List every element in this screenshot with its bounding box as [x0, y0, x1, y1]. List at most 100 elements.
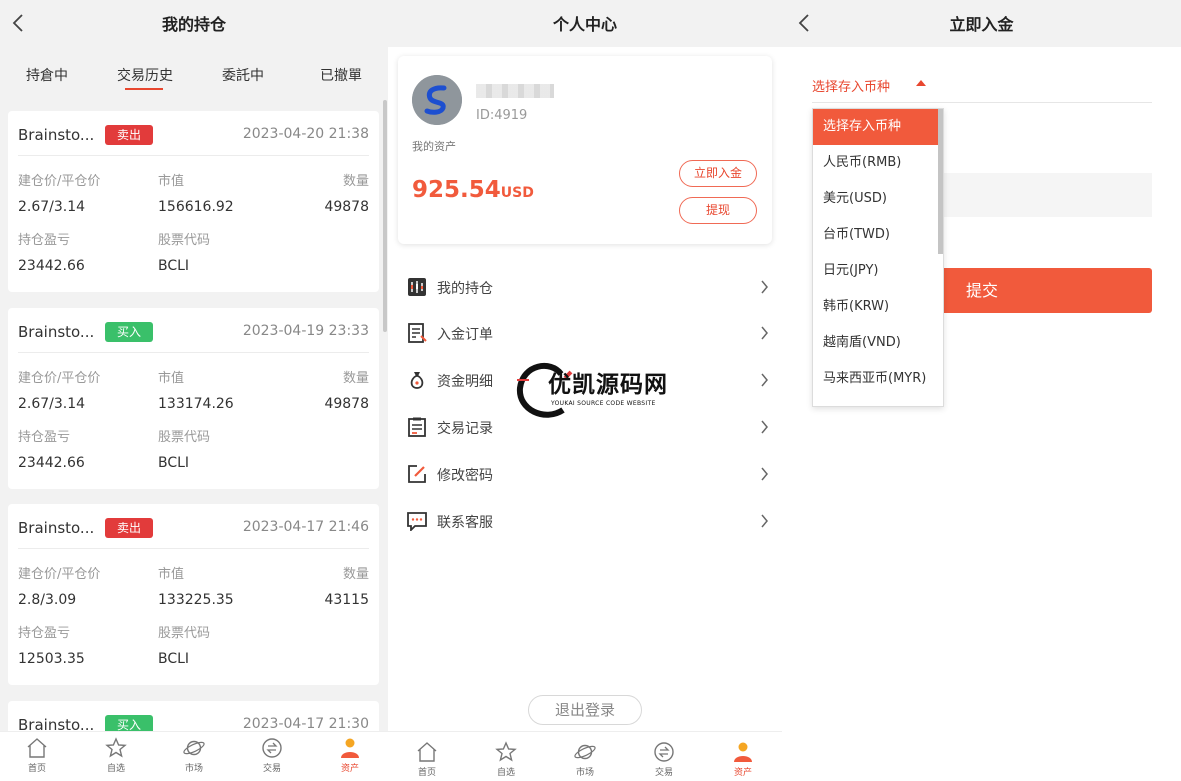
nav-home[interactable]: 首页: [405, 740, 449, 778]
trade-card[interactable]: Brainsto... 卖出 2023-04-20 21:38 建仓价/平仓价 …: [8, 111, 379, 292]
open-close-label: 建仓价/平仓价: [18, 174, 101, 189]
chevron-right-icon: [761, 373, 768, 387]
profile-panel: 个人中心 ID:4919 我的资产 925.54USD 立即入金 提现 我的持仓…: [388, 0, 782, 781]
pnl-value: 12503.35: [18, 651, 85, 667]
planet-icon: [183, 740, 205, 756]
trade-card[interactable]: Brainsto... 卖出 2023-04-17 21:46 建仓价/平仓价 …: [8, 504, 379, 685]
deposit-button[interactable]: 立即入金: [679, 160, 757, 187]
currency-dropdown: 选择存入币种 人民币(RMB) 美元(USD) 台币(TWD) 日元(JPY) …: [812, 108, 944, 407]
quantity-label: 数量: [342, 567, 369, 582]
tab-trade-history[interactable]: 交易历史: [117, 65, 173, 85]
currency-select-label: 选择存入币种: [812, 80, 891, 95]
nav-assets[interactable]: 资产: [721, 740, 765, 778]
asset-unit: USD: [500, 185, 534, 201]
asset-value: 925.54: [412, 177, 501, 203]
nav-label: 资产: [340, 764, 359, 774]
nav-home[interactable]: 首页: [15, 736, 59, 774]
profile-header: 个人中心: [388, 0, 782, 47]
pnl-value: 23442.66: [18, 258, 85, 274]
logout-button[interactable]: 退出登录: [528, 695, 642, 725]
nav-watchlist[interactable]: 自选: [484, 740, 528, 778]
quantity-label: 数量: [342, 371, 369, 386]
menu-label: 交易记录: [437, 421, 493, 437]
quantity-value: 43115: [324, 592, 369, 608]
planet-icon: [574, 744, 596, 760]
exchange-icon: [654, 742, 674, 762]
dropdown-scrollbar[interactable]: [938, 109, 943, 254]
nav-label: 市场: [575, 768, 594, 778]
code-label: 股票代码: [158, 430, 211, 445]
avatar[interactable]: [412, 75, 462, 125]
market-value: 156616.92: [158, 199, 234, 215]
chevron-right-icon: [761, 420, 768, 434]
withdraw-button[interactable]: 提现: [679, 197, 757, 224]
trade-time: 2023-04-17 21:30: [242, 716, 369, 732]
chevron-right-icon: [761, 326, 768, 340]
menu-item-holdings[interactable]: 我的持仓: [388, 265, 782, 311]
trade-card[interactable]: Brainsto... 买入 2023-04-19 23:33 建仓价/平仓价 …: [8, 308, 379, 489]
open-close-value: 2.67/3.14: [18, 199, 86, 215]
star-icon: [495, 741, 517, 762]
open-close-label: 建仓价/平仓价: [18, 371, 101, 386]
market-value-label: 市值: [158, 174, 185, 189]
stock-name: Brainsto...: [18, 519, 95, 537]
code-label: 股票代码: [158, 233, 211, 248]
menu-label: 我的持仓: [437, 281, 493, 297]
menu-item-contact-support[interactable]: 联系客服: [388, 499, 782, 545]
nav-watchlist[interactable]: 自选: [94, 736, 138, 774]
nav-label: 自选: [496, 768, 515, 778]
currency-option[interactable]: 韩币(KRW): [813, 289, 939, 325]
blurred-username: [476, 84, 554, 98]
nav-label: 市场: [184, 764, 203, 774]
stock-code: BCLI: [158, 455, 190, 471]
tab-holding[interactable]: 持倉中: [26, 65, 68, 85]
divider: [18, 548, 369, 549]
pnl-label: 持仓盈亏: [18, 626, 71, 641]
tab-cancelled[interactable]: 已撤單: [320, 65, 362, 85]
nav-assets[interactable]: 资产: [328, 736, 372, 774]
quantity-value: 49878: [324, 199, 369, 215]
code-label: 股票代码: [158, 626, 211, 641]
menu-label: 资金明细: [437, 374, 493, 390]
asset-amount: 925.54USD: [412, 177, 534, 203]
side-badge: 卖出: [105, 518, 153, 538]
nav-trade[interactable]: 交易: [250, 736, 294, 774]
menu-item-change-password[interactable]: 修改密码: [388, 452, 782, 498]
exchange-icon: [262, 738, 282, 758]
nav-trade[interactable]: 交易: [642, 740, 686, 778]
scrollbar[interactable]: [383, 100, 387, 332]
nav-label: 资产: [733, 768, 752, 778]
menu-item-deposit-orders[interactable]: 入金订单: [388, 311, 782, 357]
user-id: ID:4919: [476, 108, 528, 123]
currency-option[interactable]: 选择存入币种: [813, 109, 939, 145]
market-value-label: 市值: [158, 567, 185, 582]
currency-option[interactable]: 美元(USD): [813, 181, 939, 217]
side-badge: 买入: [105, 322, 153, 342]
nav-market[interactable]: 市场: [172, 736, 216, 774]
currency-option[interactable]: 日元(JPY): [813, 253, 939, 289]
page-title: 个人中心: [552, 15, 617, 34]
chevron-right-icon: [761, 514, 768, 528]
page-title: 我的持仓: [161, 15, 226, 34]
open-close-value: 2.8/3.09: [18, 592, 77, 608]
open-close-value: 2.67/3.14: [18, 396, 86, 412]
tab-pending[interactable]: 委託中: [222, 65, 264, 85]
holdings-panel: 我的持仓 持倉中 交易历史 委託中 已撤單 Brainsto... 卖出 202…: [0, 0, 388, 781]
currency-option[interactable]: 人民币(RMB): [813, 145, 939, 181]
trade-time: 2023-04-20 21:38: [242, 126, 369, 142]
deposit-order-icon: [408, 323, 427, 343]
quantity-value: 49878: [324, 396, 369, 412]
nav-label: 交易: [654, 768, 673, 778]
site-watermark: 优凯源码网 YOUKAI SOURCE CODE WEBSITE: [515, 360, 675, 422]
home-icon: [417, 742, 437, 762]
nav-label: 交易: [262, 764, 281, 774]
watermark-subtitle: YOUKAI SOURCE CODE WEBSITE: [551, 400, 656, 407]
currency-option[interactable]: 马来西亚币(MYR): [813, 361, 939, 397]
currency-select[interactable]: 选择存入币种: [812, 58, 1152, 103]
currency-option[interactable]: 台币(TWD): [813, 217, 939, 253]
market-value: 133225.35: [158, 592, 234, 608]
currency-option[interactable]: 越南盾(VND): [813, 325, 939, 361]
nav-market[interactable]: 市场: [563, 740, 607, 778]
avatar-logo-icon: [412, 75, 462, 125]
chevron-right-icon: [761, 280, 768, 294]
